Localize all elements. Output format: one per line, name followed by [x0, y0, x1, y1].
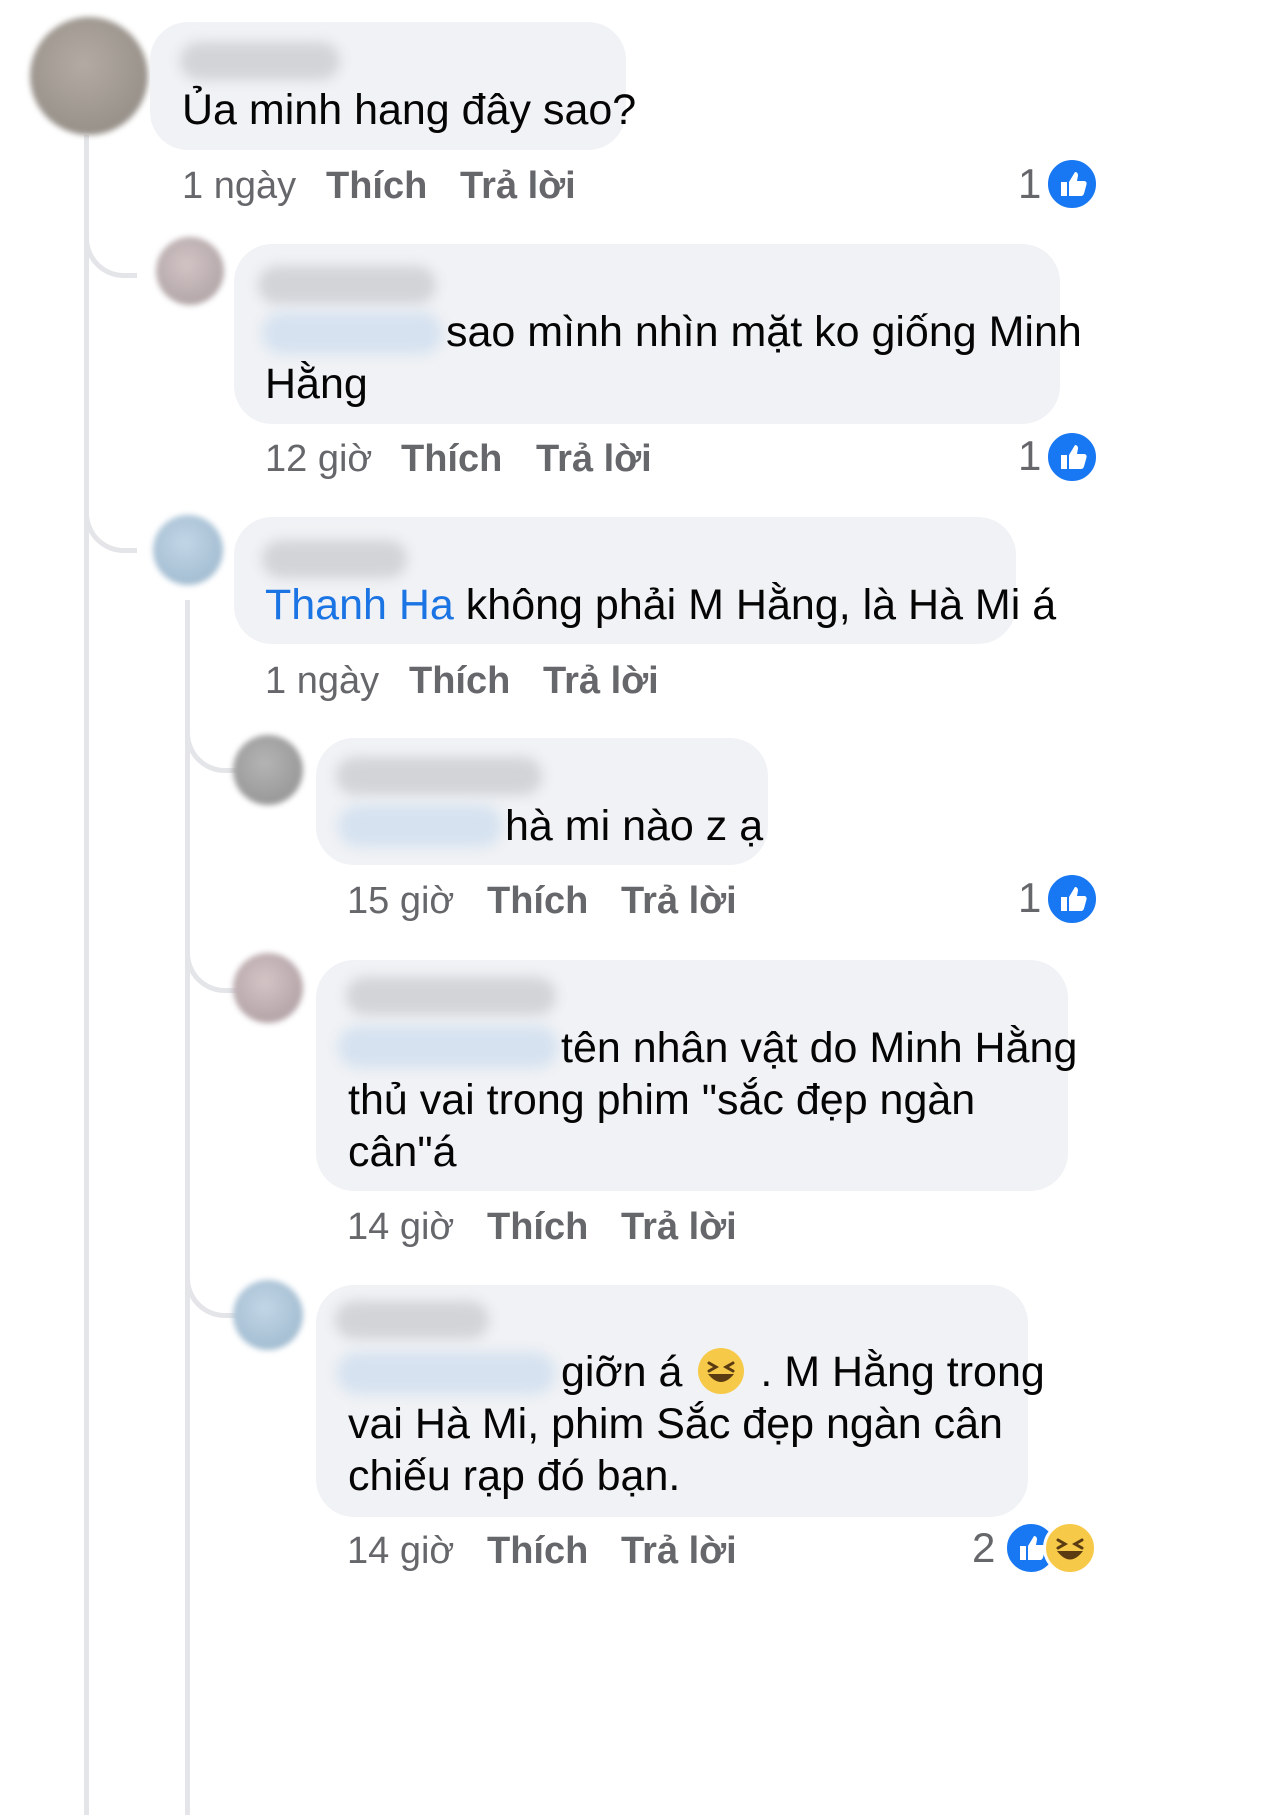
- comment-text: giỡn á . M Hằng trong: [561, 1342, 1045, 1402]
- comment-text-line2: Hằng: [265, 360, 368, 408]
- haha-icon: [1043, 1521, 1097, 1575]
- comment-body: không phải M Hằng, là Hà Mi á: [465, 581, 1057, 629]
- reply-button[interactable]: Trả lời: [621, 1206, 737, 1249]
- mention-redacted[interactable]: [337, 1352, 555, 1394]
- avatar[interactable]: [30, 17, 148, 135]
- comment-text: hà mi nào z ạ: [505, 802, 764, 850]
- comment-text-line3: chiếu rạp đó bạn.: [348, 1452, 681, 1500]
- comment-time[interactable]: 1 ngày: [265, 660, 379, 703]
- like-button[interactable]: Thích: [326, 165, 427, 208]
- reply-button[interactable]: Trả lời: [460, 165, 576, 208]
- comment-text-line2: thủ vai trong phim "sắc đẹp ngàn: [348, 1076, 976, 1124]
- avatar[interactable]: [233, 735, 303, 805]
- reaction-count[interactable]: 2: [972, 1524, 995, 1572]
- grinning-squint-emoji: [698, 1348, 745, 1394]
- author-name-redacted[interactable]: [346, 977, 556, 1015]
- comment-body: giỡn á: [561, 1348, 683, 1396]
- comment-text-line3: cân"á: [348, 1128, 457, 1176]
- mention-redacted[interactable]: [338, 1026, 558, 1068]
- author-name-redacted[interactable]: [180, 42, 340, 80]
- author-name-redacted[interactable]: [335, 1301, 489, 1339]
- like-button[interactable]: Thích: [487, 880, 588, 923]
- comment-text: Ủa minh hang đây sao?: [182, 86, 637, 134]
- comment-text-line2: vai Hà Mi, phim Sắc đẹp ngàn cân: [348, 1400, 1003, 1448]
- thread-line-sub: [185, 600, 190, 1815]
- comment-time[interactable]: 15 giờ: [347, 880, 454, 923]
- like-icon: [1045, 430, 1099, 484]
- mention-redacted[interactable]: [262, 312, 442, 354]
- thread-connector: [185, 1255, 238, 1318]
- avatar[interactable]: [233, 953, 303, 1023]
- comment-body-cont: . M Hằng trong: [760, 1348, 1045, 1396]
- like-button[interactable]: Thích: [401, 438, 502, 481]
- avatar[interactable]: [156, 237, 224, 305]
- mention-redacted[interactable]: [338, 805, 502, 847]
- thread-line-main: [84, 135, 89, 1815]
- reply-button[interactable]: Trả lời: [621, 880, 737, 923]
- comment-text: sao mình nhìn mặt ko giống Minh: [446, 308, 1082, 356]
- author-name-redacted[interactable]: [262, 540, 407, 578]
- comment-time[interactable]: 14 giờ: [347, 1206, 454, 1249]
- thread-connector: [185, 710, 238, 773]
- like-button[interactable]: Thích: [487, 1530, 588, 1573]
- reply-button[interactable]: Trả lời: [536, 438, 652, 481]
- like-icon: [1045, 872, 1099, 926]
- avatar[interactable]: [233, 1280, 303, 1350]
- comment-time[interactable]: 12 giờ: [265, 438, 372, 481]
- reply-button[interactable]: Trả lời: [543, 660, 659, 703]
- thread-connector: [185, 930, 238, 993]
- thread-connector: [84, 490, 137, 553]
- author-name-redacted[interactable]: [336, 757, 542, 795]
- reaction-count[interactable]: 1: [1018, 432, 1041, 480]
- mention-link[interactable]: Thanh Ha: [265, 581, 454, 629]
- comment-text: tên nhân vật do Minh Hằng: [561, 1024, 1078, 1072]
- author-name-redacted[interactable]: [258, 266, 436, 304]
- comment-time[interactable]: 1 ngày: [182, 165, 296, 208]
- like-icon: [1045, 157, 1099, 211]
- like-button[interactable]: Thích: [487, 1206, 588, 1249]
- reply-button[interactable]: Trả lời: [621, 1530, 737, 1573]
- reaction-count[interactable]: 1: [1018, 160, 1041, 208]
- like-button[interactable]: Thích: [409, 660, 510, 703]
- thread-connector: [84, 215, 137, 278]
- comment-text: Thanh Ha không phải M Hằng, là Hà Mi á: [265, 575, 1056, 635]
- reaction-count[interactable]: 1: [1018, 874, 1041, 922]
- avatar[interactable]: [153, 515, 223, 585]
- comment-time[interactable]: 14 giờ: [347, 1530, 454, 1573]
